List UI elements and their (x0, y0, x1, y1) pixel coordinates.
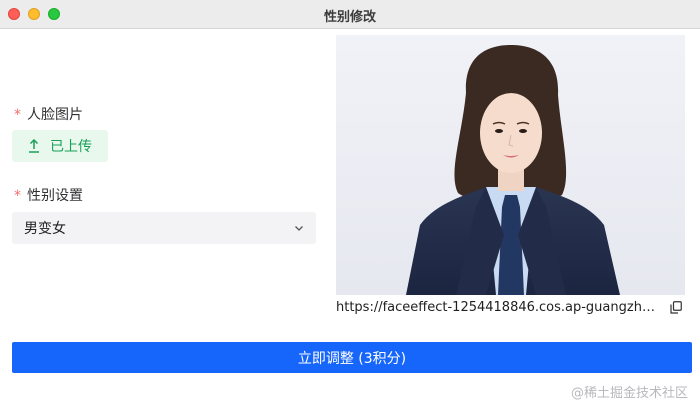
window-title: 性别修改 (323, 10, 376, 25)
face-image-label-text: 人脸图片 (27, 107, 83, 123)
gender-select[interactable]: 男变女 (12, 212, 316, 244)
app-window: 性别修改 * 人脸图片 已上传 * 性别设置 男变女 https://facee… (0, 0, 700, 406)
chevron-down-icon (295, 226, 303, 231)
result-preview-image (336, 35, 685, 295)
upload-button-label: 已上传 (50, 139, 92, 155)
upload-button[interactable]: 已上传 (12, 130, 108, 162)
title-bar: 性别修改 (0, 0, 700, 29)
gender-setting-label: * 性别设置 (14, 185, 83, 205)
submit-button-label: 立即调整 (3积分) (297, 350, 407, 367)
gender-setting-label-text: 性别设置 (27, 188, 83, 204)
required-mark: * (14, 188, 21, 204)
submit-button[interactable]: 立即调整 (3积分) (12, 342, 692, 373)
result-url-row: https://faceeffect-1254418846.cos.ap-gua… (336, 298, 682, 316)
watermark: @稀土掘金技术社区 (570, 386, 688, 401)
copy-icon[interactable] (670, 300, 682, 314)
result-url[interactable]: https://faceeffect-1254418846.cos.ap-gua… (336, 300, 662, 315)
required-mark: * (14, 107, 21, 123)
face-image-label: * 人脸图片 (14, 104, 83, 124)
upload-icon (29, 139, 39, 153)
portrait-photo (336, 35, 685, 295)
gender-select-value: 男变女 (24, 221, 66, 237)
